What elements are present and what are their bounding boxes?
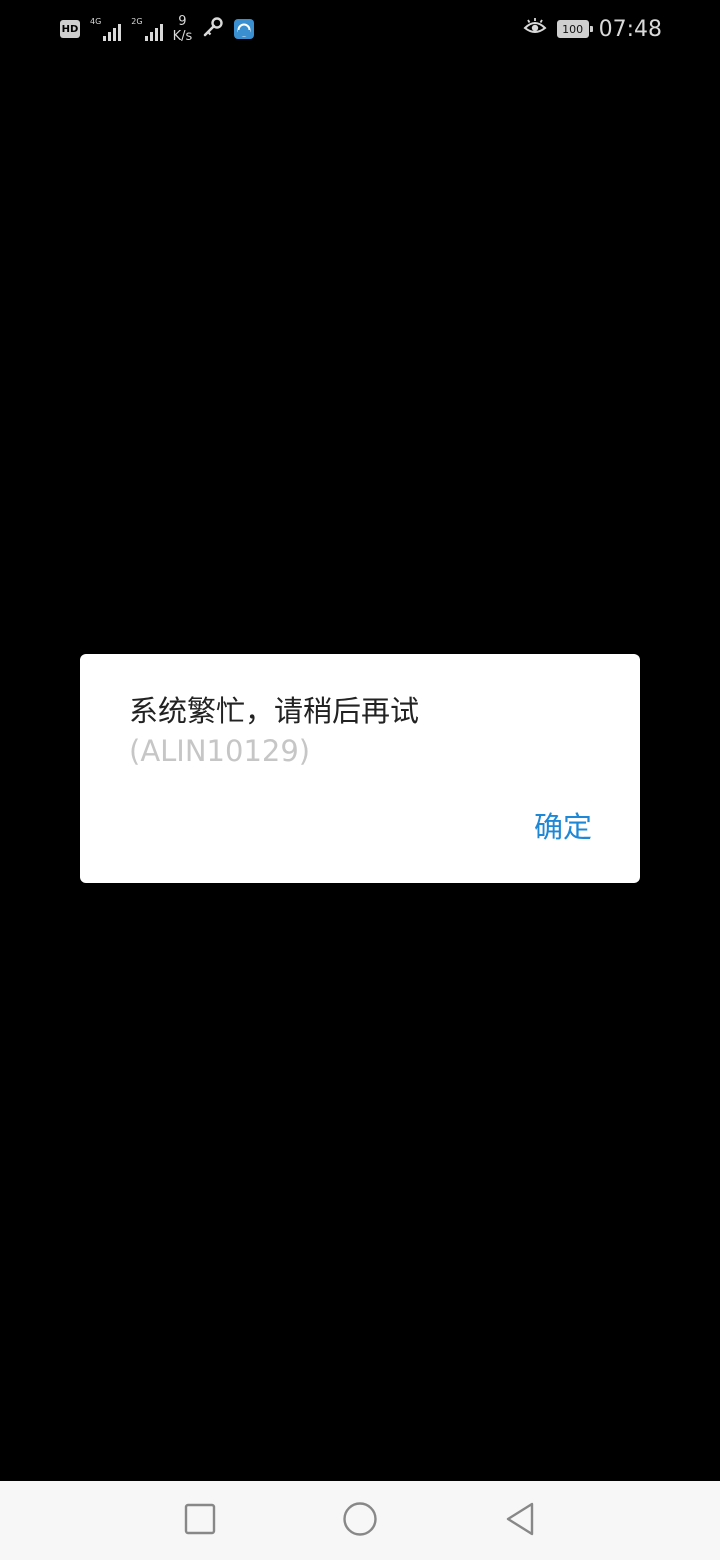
speed-unit: K/s: [172, 29, 193, 44]
status-bar-right: 100 07:48: [523, 12, 662, 46]
network-1-label: 4G: [90, 17, 102, 26]
network-speed: 9 K/s: [173, 14, 193, 44]
recents-button[interactable]: [180, 1501, 220, 1541]
hd-label: HD: [61, 23, 79, 35]
status-bar: HD 4G 2G 9 K/s 100 07:48: [0, 0, 720, 56]
back-triangle-icon: [504, 1501, 536, 1541]
signal-bars: [144, 23, 163, 41]
battery-level: 100: [562, 22, 584, 36]
home-button[interactable]: [340, 1501, 380, 1541]
eye-comfort-icon: [523, 17, 547, 41]
key-icon: [202, 16, 224, 42]
signal-2g-icon: 2G: [131, 17, 163, 41]
navigation-bar: [0, 1481, 720, 1560]
back-button[interactable]: [500, 1501, 540, 1541]
status-bar-left: HD 4G 2G 9 K/s: [60, 12, 255, 46]
clock: 07:48: [598, 16, 662, 42]
signal-4g-icon: 4G: [90, 17, 122, 41]
dialog-error-code: (ALIN10129): [129, 734, 311, 768]
dialog-message: 系统繁忙，请稍后再试: [129, 694, 420, 728]
alert-dialog: 系统繁忙，请稍后再试 (ALIN10129) 确定: [80, 654, 640, 883]
network-2-label: 2G: [131, 17, 143, 26]
home-circle-icon: [342, 1501, 378, 1541]
app-notification-icon: [234, 19, 255, 39]
hd-icon: HD: [60, 20, 80, 38]
recents-square-icon: [184, 1503, 216, 1539]
signal-bars: [103, 23, 122, 41]
confirm-button[interactable]: 确定: [534, 808, 592, 846]
battery-icon: 100: [556, 20, 593, 38]
speed-value: 9: [178, 14, 187, 29]
